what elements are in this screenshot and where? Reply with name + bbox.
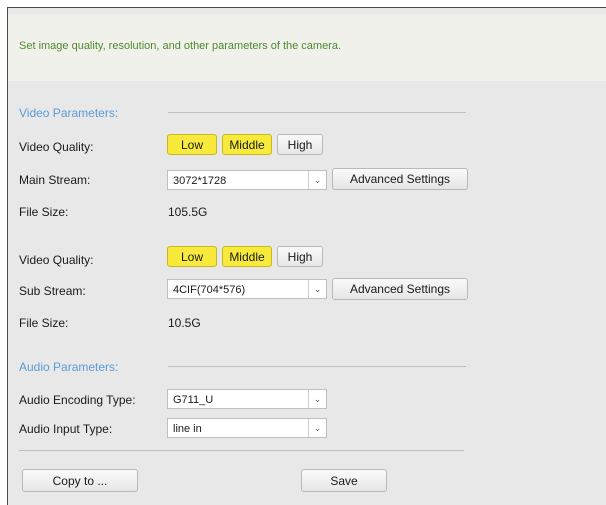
video-parameters-title: Video Parameters:: [19, 106, 119, 120]
audio-parameters-title: Audio Parameters:: [19, 360, 119, 374]
audio-input-value: line in: [173, 423, 202, 435]
main-quality-high-button[interactable]: High: [277, 134, 323, 155]
info-banner: Set image quality, resolution, and other…: [8, 14, 606, 81]
audio-input-label: Audio Input Type:: [19, 422, 113, 436]
sub-quality-high-button[interactable]: High: [277, 246, 323, 267]
copy-to-button[interactable]: Copy to ...: [22, 469, 138, 492]
audio-encoding-select[interactable]: G711_U ⌄: [167, 389, 327, 409]
chevron-down-icon[interactable]: ⌄: [308, 390, 326, 408]
audio-section-divider: [168, 366, 466, 367]
main-quality-middle-button[interactable]: Middle: [222, 134, 272, 155]
sub-file-size-label: File Size:: [19, 316, 69, 330]
chevron-down-icon[interactable]: ⌄: [308, 280, 326, 298]
sub-stream-select[interactable]: 4CIF(704*576) ⌄: [167, 279, 327, 299]
sub-quality-low-button[interactable]: Low: [167, 246, 217, 267]
audio-input-select[interactable]: line in ⌄: [167, 418, 327, 438]
main-stream-select[interactable]: 3072*1728 ⌄: [167, 170, 327, 190]
save-button[interactable]: Save: [301, 469, 387, 492]
video-section-divider: [168, 112, 466, 113]
sub-stream-label: Sub Stream:: [19, 284, 86, 298]
footer-divider: [19, 450, 464, 451]
sub-quality-middle-button[interactable]: Middle: [222, 246, 272, 267]
main-video-quality-label: Video Quality:: [19, 140, 94, 154]
sub-stream-value: 4CIF(704*576): [173, 284, 246, 296]
main-file-size-value: 105.5G: [168, 205, 208, 219]
chevron-down-icon[interactable]: ⌄: [308, 419, 326, 437]
sub-video-quality-label: Video Quality:: [19, 253, 94, 267]
audio-encoding-value: G711_U: [173, 394, 214, 406]
banner-text: Set image quality, resolution, and other…: [19, 40, 342, 52]
main-quality-low-button[interactable]: Low: [167, 134, 217, 155]
sub-file-size-value: 10.5G: [168, 316, 201, 330]
main-file-size-label: File Size:: [19, 205, 69, 219]
chevron-down-icon[interactable]: ⌄: [308, 171, 326, 189]
sub-advanced-settings-button[interactable]: Advanced Settings: [332, 278, 468, 300]
main-advanced-settings-button[interactable]: Advanced Settings: [332, 168, 468, 190]
main-stream-value: 3072*1728: [173, 175, 227, 187]
audio-encoding-label: Audio Encoding Type:: [19, 393, 136, 407]
main-stream-label: Main Stream:: [19, 173, 91, 187]
